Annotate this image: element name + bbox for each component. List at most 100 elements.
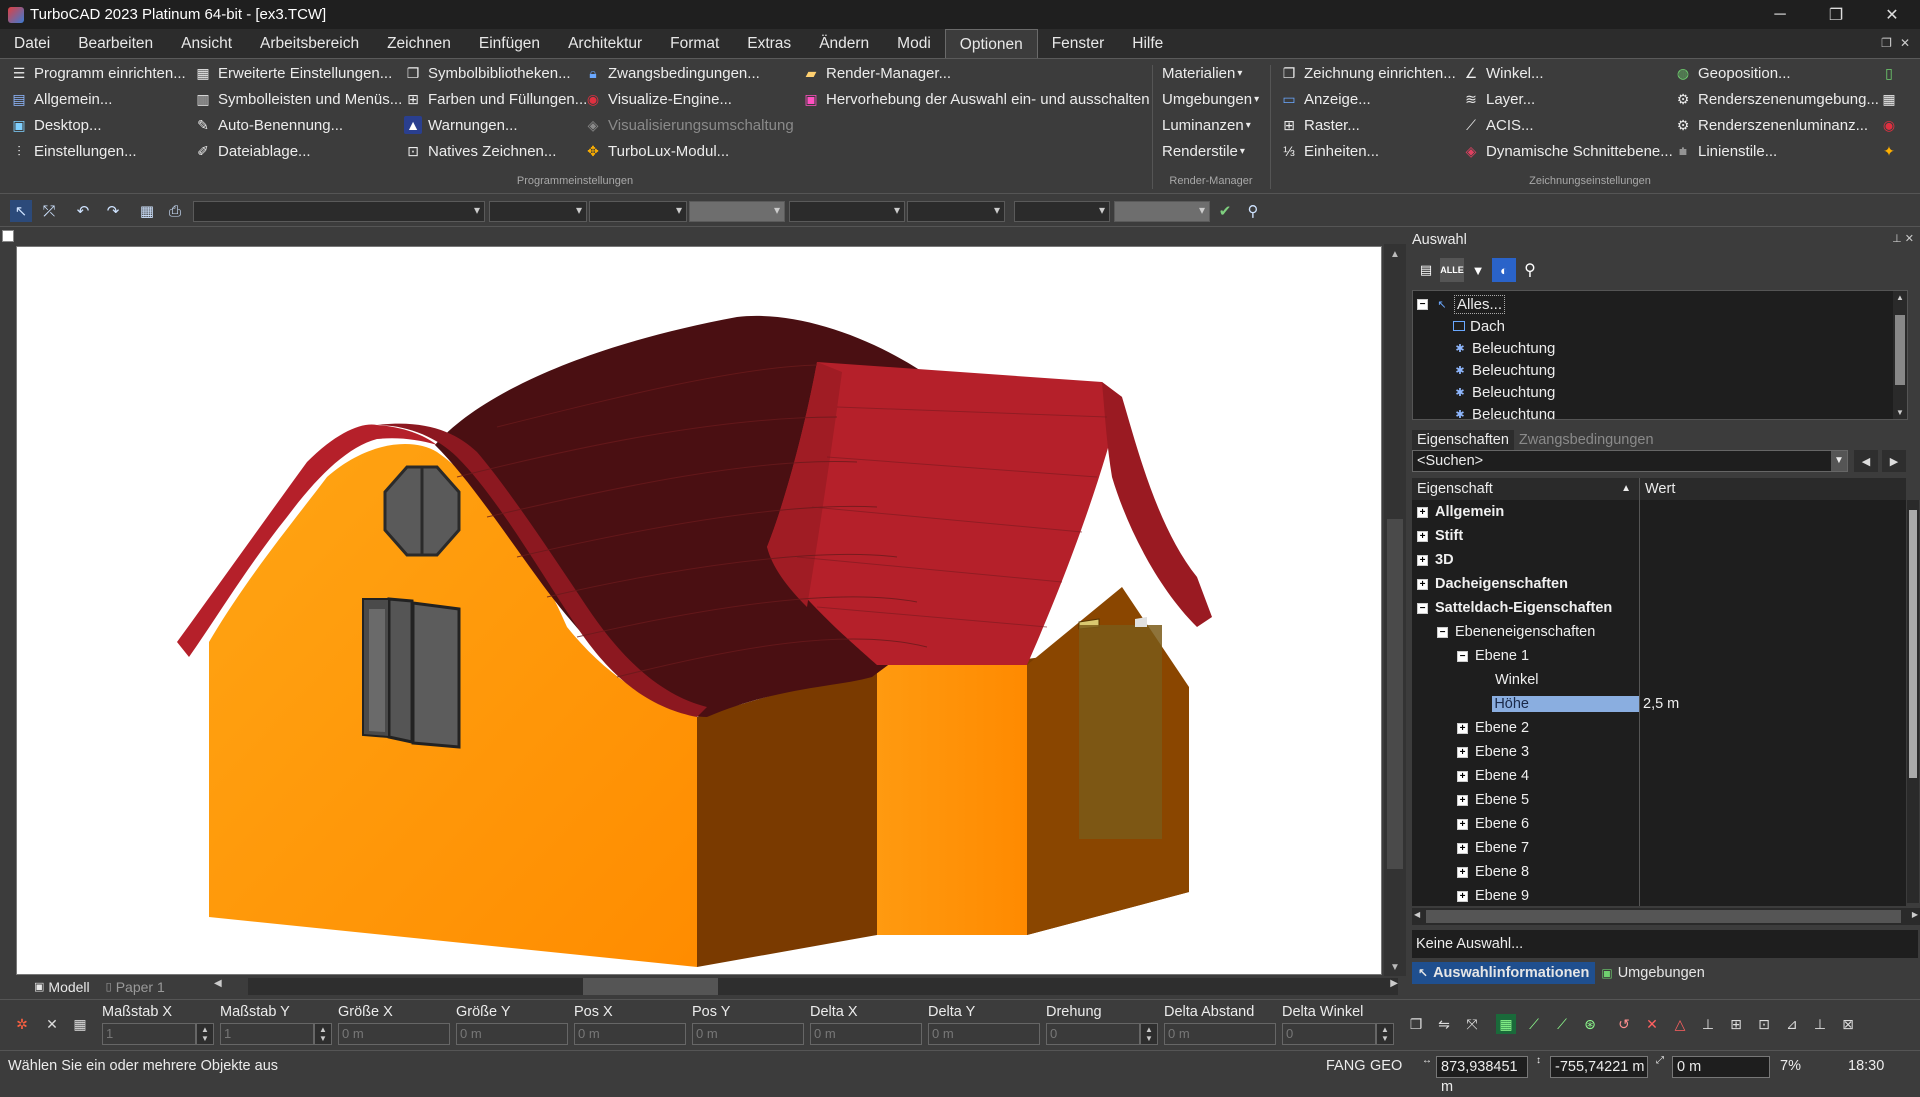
snap-intersection-icon[interactable]: ✕ (1642, 1014, 1662, 1034)
snap-grid-icon[interactable]: ▦ (1496, 1014, 1516, 1034)
scroll-right-icon[interactable]: ▶ (1390, 978, 1398, 989)
hervorhebung-button[interactable]: ▣ Hervorhebung der Auswahl ein- und aussc… (802, 87, 1149, 111)
property-name-cell[interactable]: +3D (1412, 548, 1640, 572)
filter-icon[interactable]: ▼ (1466, 258, 1490, 282)
property-name-cell[interactable]: + Ebene 2 (1412, 716, 1640, 740)
zeichnung-einrichten-button[interactable]: ❐ Zeichnung einrichten... (1280, 61, 1456, 85)
layer-button[interactable]: ≋ Layer... (1462, 87, 1535, 111)
property-value-cell[interactable] (1640, 716, 1906, 740)
property-name-cell[interactable]: Höhe (1412, 692, 1640, 716)
inspector-field[interactable]: 0 m (692, 1023, 804, 1045)
expand-icon[interactable]: + (1417, 506, 1428, 518)
menu-ansicht[interactable]: Ansicht (167, 29, 246, 58)
property-name-cell[interactable]: + Ebene 5 (1412, 788, 1640, 812)
desktop-button[interactable]: ▣ Desktop... (10, 113, 101, 137)
menu-bearbeiten[interactable]: Bearbeiten (64, 29, 167, 58)
extra-icon-1[interactable]: ▯ (1880, 61, 1904, 85)
menu-hilfe[interactable]: Hilfe (1118, 29, 1177, 58)
property-value-cell[interactable] (1640, 764, 1906, 788)
snap-tangent-icon[interactable]: ⊞ (1726, 1014, 1746, 1034)
tab-umgebungen[interactable]: ▣ Umgebungen (1595, 962, 1710, 984)
einheiten-button[interactable]: ⅓ Einheiten... (1280, 139, 1379, 163)
tree-item-alles[interactable]: − ↖ Alles... (1417, 293, 1506, 315)
acis-button[interactable]: ⟋ ACIS... (1462, 113, 1533, 137)
coord-z-field[interactable]: 0 m (1672, 1056, 1770, 1078)
text-combo[interactable] (1014, 201, 1110, 222)
tree-scrollbar[interactable]: ▲ ▼ (1893, 291, 1907, 419)
spinner-icon[interactable]: ▲ ▼ (1140, 1023, 1158, 1045)
inspector-field[interactable]: 1 (102, 1023, 196, 1045)
snap-middle-icon[interactable]: ⟋ (1552, 1014, 1572, 1034)
property-name-cell[interactable]: − Satteldach-Eigenschaften (1412, 596, 1640, 620)
linestyle-combo[interactable] (589, 201, 687, 222)
property-row[interactable]: − Ebeneneigenschaften (1412, 620, 1906, 644)
property-name-cell[interactable]: + Dacheigenschaften (1412, 572, 1640, 596)
menu-einfuegen[interactable]: Einfügen (465, 29, 554, 58)
inspector-field[interactable]: 0 m (456, 1023, 568, 1045)
geoposition-button[interactable]: ◍ Geoposition... (1674, 61, 1791, 85)
umgebungen-dropdown[interactable]: Umgebungen ▾ (1162, 87, 1259, 111)
property-row[interactable]: Winkel (1412, 668, 1906, 692)
expand-icon[interactable]: + (1457, 890, 1468, 902)
property-name-cell[interactable]: − Ebeneneigenschaften (1412, 620, 1640, 644)
move-icon[interactable]: ⤧ (1462, 1014, 1482, 1034)
properties-icon[interactable]: ▤ (1414, 258, 1438, 282)
snap-vertex-icon[interactable]: ⟋ (1524, 1014, 1544, 1034)
scroll-up-icon[interactable]: ▲ (1384, 244, 1406, 264)
scroll-left-icon[interactable]: ◀ (1414, 910, 1420, 919)
scroll-up-icon[interactable]: ▲ (1896, 293, 1904, 302)
menu-modi[interactable]: Modi (883, 29, 945, 58)
property-value-cell[interactable] (1640, 644, 1906, 668)
collapse-icon[interactable]: − (1417, 602, 1428, 614)
property-row[interactable]: + Ebene 8 (1412, 860, 1906, 884)
inspector-field[interactable]: 0 m (574, 1023, 686, 1045)
property-value-cell[interactable]: 2,5 m (1640, 692, 1906, 716)
layer-combo[interactable] (193, 201, 485, 222)
expand-icon[interactable]: + (1417, 554, 1428, 566)
scroll-left-icon[interactable]: ◀ (214, 978, 222, 989)
scroll-down-icon[interactable]: ▼ (1896, 408, 1904, 417)
symbolbibliotheken-button[interactable]: ❐ Symbolbibliotheken... (404, 61, 571, 85)
property-name-cell[interactable]: + Ebene 7 (1412, 836, 1640, 860)
visualize-engine-button[interactable]: ◉ Visualize-Engine... (584, 87, 732, 111)
snap-settings-icon[interactable]: ✲ (12, 1014, 32, 1034)
tab-modell[interactable]: ▣ Modell (26, 977, 98, 996)
fill-combo[interactable] (907, 201, 1005, 222)
tree-item-dach[interactable]: Dach (1453, 315, 1505, 337)
expand-icon[interactable]: + (1457, 722, 1468, 734)
zwangsbedingungen-button[interactable]: 🔒︎ Zwangsbedingungen... (584, 61, 760, 85)
turbolux-modul-button[interactable]: ✥ TurboLux-Modul... (584, 139, 729, 163)
property-name-cell[interactable]: + Ebene 6 (1412, 812, 1640, 836)
maximize-button[interactable]: ❐ (1808, 0, 1864, 29)
extra-icon-3[interactable]: ◉ (1880, 113, 1904, 137)
visualisierungsumschaltung-button[interactable]: ◈ Visualisierungsumschaltung (584, 113, 794, 137)
menu-optionen[interactable]: Optionen (944, 29, 1038, 58)
extra-icon-4[interactable]: ✦ (1880, 139, 1904, 163)
mdi-restore-button[interactable]: ❐ (1881, 29, 1892, 58)
snap-extend-icon[interactable]: ⊿ (1782, 1014, 1802, 1034)
property-row[interactable]: + Ebene 7 (1412, 836, 1906, 860)
undo-icon[interactable]: ↶ (72, 200, 94, 222)
redo-icon[interactable]: ↷ (102, 200, 124, 222)
property-row[interactable]: + Ebene 3 (1412, 740, 1906, 764)
edit-tool-icon[interactable]: ⤱ (38, 200, 60, 222)
spinner-icon[interactable]: ▲ ▼ (1376, 1023, 1394, 1045)
tree-item-beleuchtung[interactable]: ✱ Beleuchtung (1453, 381, 1555, 403)
dateiablage-button[interactable]: ✐ Dateiablage... (194, 139, 310, 163)
close-button[interactable]: ✕ (1864, 0, 1920, 29)
print-icon[interactable]: ⎙ (164, 200, 186, 222)
spinner-icon[interactable]: ▲ ▼ (196, 1023, 214, 1045)
geo-toggle[interactable]: GEO (1370, 1058, 1402, 1074)
renderszenenumgebung-button[interactable]: ⚙ Renderszenenumgebung... (1674, 87, 1879, 111)
luminanzen-dropdown[interactable]: Luminanzen ▾ (1162, 113, 1251, 137)
farben-fuellungen-button[interactable]: ⊞ Farben und Füllungen... (404, 87, 587, 111)
natives-zeichnen-button[interactable]: ⊡ Natives Zeichnen... (404, 139, 556, 163)
dynamische-schnittebene-button[interactable]: ◈ Dynamische Schnittebene... (1462, 139, 1673, 163)
table-icon[interactable]: ▦ (70, 1014, 90, 1034)
tab-zwangsbedingungen[interactable]: Zwangsbedingungen (1514, 430, 1659, 452)
snap-arc-icon[interactable]: ↺ (1614, 1014, 1634, 1034)
property-value-cell[interactable] (1640, 668, 1906, 692)
color-combo[interactable] (489, 201, 587, 222)
property-row[interactable]: + Ebene 5 (1412, 788, 1906, 812)
property-name-cell[interactable]: − Ebene 1 (1412, 644, 1640, 668)
